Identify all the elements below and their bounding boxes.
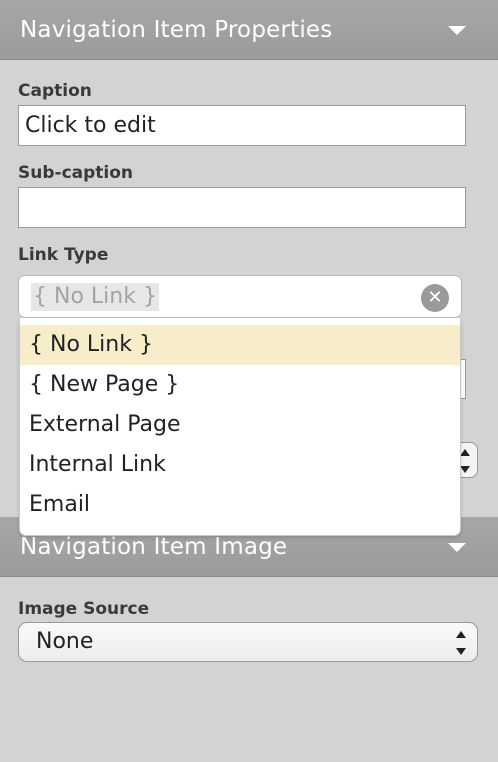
chevron-down-icon[interactable] [448,25,466,35]
link-type-option[interactable]: Email [20,485,460,525]
link-type-label: Link Type [18,245,109,265]
link-type-option[interactable]: External Page [20,405,460,445]
image-source-value: None [36,629,94,654]
link-type-option[interactable]: { New Page } [20,365,460,405]
clear-circle-x-icon[interactable]: ✕ [421,284,449,312]
chevron-down-icon[interactable] [448,542,466,552]
properties-panel-header[interactable]: Navigation Item Properties [0,0,498,60]
image-source-select[interactable]: None [18,622,478,662]
link-type-option[interactable]: { No Link } [20,325,460,365]
link-type-placeholder: { No Link } [31,283,159,311]
subcaption-label: Sub-caption [18,163,134,183]
subcaption-input[interactable] [18,187,466,228]
properties-panel-title: Navigation Item Properties [20,16,333,43]
link-type-dropdown: { No Link } { New Page } External Page I… [19,318,461,536]
image-panel-title: Navigation Item Image [20,533,288,560]
caption-label: Caption [18,81,92,101]
caption-input[interactable] [18,105,466,146]
up-down-arrows-icon [455,631,467,655]
link-type-option[interactable]: Internal Link [20,445,460,485]
link-type-select[interactable]: { No Link } ✕ [18,275,462,318]
image-source-label: Image Source [18,599,150,619]
